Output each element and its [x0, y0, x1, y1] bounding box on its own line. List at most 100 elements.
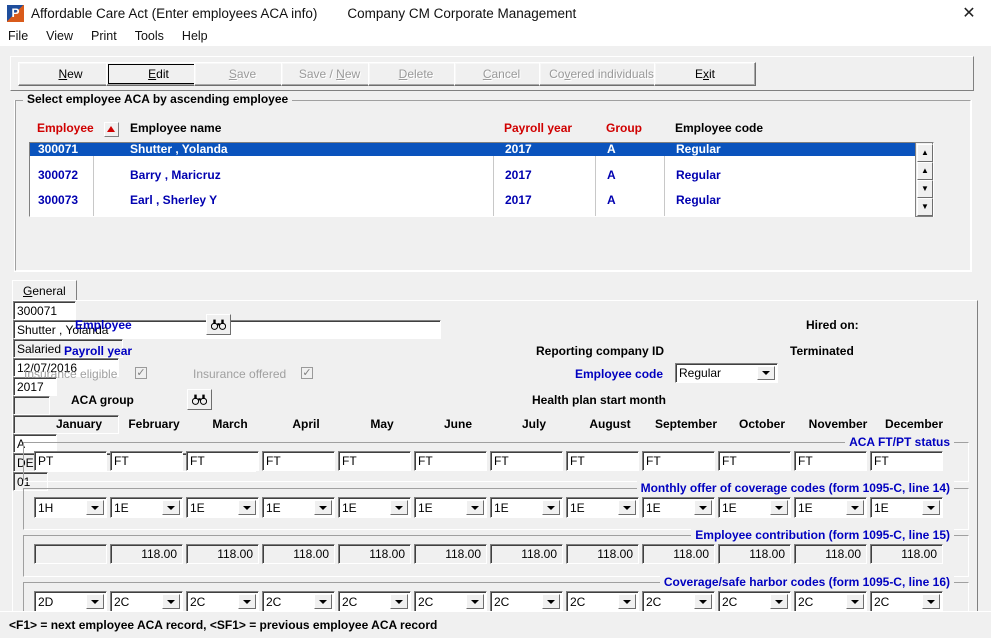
ftpt-cell-october[interactable]: FT	[718, 451, 791, 471]
offer-cell-november[interactable]: 1E	[794, 497, 867, 518]
chevron-down-icon[interactable]	[162, 594, 180, 609]
column-header-payroll-year[interactable]: Payroll year	[504, 121, 572, 135]
contribution-cell-september[interactable]: 118.00	[642, 544, 715, 564]
contribution-cell-march[interactable]: 118.00	[186, 544, 259, 564]
contribution-cell-october[interactable]: 118.00	[718, 544, 791, 564]
scroll-up-icon[interactable]: ▲	[917, 144, 933, 162]
offer-cell-august[interactable]: 1E	[566, 497, 639, 518]
column-header-employee-code[interactable]: Employee code	[675, 121, 763, 135]
offer-cell-september[interactable]: 1E	[642, 497, 715, 518]
contribution-cell-may[interactable]: 118.00	[338, 544, 411, 564]
ftpt-cell-may[interactable]: FT	[338, 451, 411, 471]
employee-code-select[interactable]: Regular	[675, 363, 778, 383]
chevron-down-icon[interactable]	[390, 594, 408, 609]
offer-cell-may[interactable]: 1E	[338, 497, 411, 518]
binoculars-icon[interactable]	[187, 389, 212, 410]
chevron-down-icon[interactable]	[466, 594, 484, 609]
offer-cell-january[interactable]: 1H	[34, 497, 107, 518]
chevron-down-icon[interactable]	[618, 594, 636, 609]
offer-cell-july[interactable]: 1E	[490, 497, 563, 518]
scroll-down-icon[interactable]: ▼	[917, 198, 933, 216]
binoculars-icon[interactable]	[206, 314, 231, 335]
table-row[interactable]: 300072 Barry , Maricruz 2017 A Regular	[30, 168, 933, 182]
scroll-page-down-icon[interactable]: ▼	[917, 180, 933, 198]
chevron-down-icon[interactable]	[922, 500, 940, 515]
menu-item-view[interactable]: View	[37, 29, 82, 43]
contribution-cell-august[interactable]: 118.00	[566, 544, 639, 564]
safeharbor-cell-october[interactable]: 2C	[718, 591, 791, 612]
tab-general[interactable]: General	[12, 280, 77, 301]
chevron-down-icon[interactable]	[314, 500, 332, 515]
chevron-down-icon[interactable]	[846, 594, 864, 609]
chevron-down-icon[interactable]	[770, 594, 788, 609]
chevron-down-icon[interactable]	[162, 500, 180, 515]
chevron-down-icon[interactable]	[86, 500, 104, 515]
offer-cell-june[interactable]: 1E	[414, 497, 487, 518]
chevron-down-icon[interactable]	[390, 500, 408, 515]
contribution-cell-june[interactable]: 118.00	[414, 544, 487, 564]
chevron-down-icon[interactable]	[314, 594, 332, 609]
chevron-down-icon[interactable]	[542, 500, 560, 515]
ftpt-cell-january[interactable]: PT	[34, 451, 107, 471]
ftpt-cell-february[interactable]: FT	[110, 451, 183, 471]
contribution-cell-february[interactable]: 118.00	[110, 544, 183, 564]
safeharbor-cell-january[interactable]: 2D	[34, 591, 107, 612]
table-row[interactable]: 300073 Earl , Sherley Y 2017 A Regular	[30, 193, 933, 207]
column-header-group[interactable]: Group	[606, 121, 642, 135]
chevron-down-icon[interactable]	[757, 366, 775, 380]
sort-ascending-icon[interactable]	[104, 122, 119, 137]
chevron-down-icon[interactable]	[238, 594, 256, 609]
offer-cell-march[interactable]: 1E	[186, 497, 259, 518]
chevron-down-icon[interactable]	[86, 594, 104, 609]
chevron-down-icon[interactable]	[238, 500, 256, 515]
table-row[interactable]: 300071 Shutter , Yolanda 2017 A Regular	[30, 143, 933, 156]
column-header-employee-name[interactable]: Employee name	[130, 121, 221, 135]
column-header-employee[interactable]: Employee	[37, 121, 94, 135]
offer-cell-april[interactable]: 1E	[262, 497, 335, 518]
ftpt-cell-march[interactable]: FT	[186, 451, 259, 471]
safeharbor-cell-march[interactable]: 2C	[186, 591, 259, 612]
close-icon[interactable]: ✕	[947, 0, 991, 26]
employee-field[interactable]: 300071	[13, 301, 76, 320]
ftpt-cell-june[interactable]: FT	[414, 451, 487, 471]
employee-list[interactable]: 300071 Shutter , Yolanda 2017 A Regular …	[29, 142, 934, 217]
ftpt-cell-april[interactable]: FT	[262, 451, 335, 471]
offer-cell-october[interactable]: 1E	[718, 497, 791, 518]
safeharbor-cell-september[interactable]: 2C	[642, 591, 715, 612]
employee-list-scrollbar[interactable]: ▲ ▲ ▼ ▼	[915, 142, 933, 217]
contribution-cell-july[interactable]: 118.00	[490, 544, 563, 564]
contribution-cell-january[interactable]	[34, 544, 107, 564]
menu-item-help[interactable]: Help	[173, 29, 217, 43]
contribution-cell-april[interactable]: 118.00	[262, 544, 335, 564]
safeharbor-cell-july[interactable]: 2C	[490, 591, 563, 612]
chevron-down-icon[interactable]	[694, 594, 712, 609]
chevron-down-icon[interactable]	[922, 594, 940, 609]
chevron-down-icon[interactable]	[694, 500, 712, 515]
ftpt-cell-december[interactable]: FT	[870, 451, 943, 471]
ftpt-cell-november[interactable]: FT	[794, 451, 867, 471]
menu-item-print[interactable]: Print	[82, 29, 126, 43]
contribution-cell-december[interactable]: 118.00	[870, 544, 943, 564]
scroll-page-up-icon[interactable]: ▲	[917, 162, 933, 180]
safeharbor-cell-may[interactable]: 2C	[338, 591, 411, 612]
menu-item-file[interactable]: File	[0, 29, 37, 43]
ftpt-cell-august[interactable]: FT	[566, 451, 639, 471]
safeharbor-cell-june[interactable]: 2C	[414, 591, 487, 612]
chevron-down-icon[interactable]	[770, 500, 788, 515]
offer-cell-february[interactable]: 1E	[110, 497, 183, 518]
chevron-down-icon[interactable]	[466, 500, 484, 515]
safeharbor-cell-november[interactable]: 2C	[794, 591, 867, 612]
safeharbor-cell-april[interactable]: 2C	[262, 591, 335, 612]
offer-cell-december[interactable]: 1E	[870, 497, 943, 518]
safeharbor-cell-august[interactable]: 2C	[566, 591, 639, 612]
safeharbor-cell-february[interactable]: 2C	[110, 591, 183, 612]
ftpt-cell-july[interactable]: FT	[490, 451, 563, 471]
menu-item-tools[interactable]: Tools	[126, 29, 173, 43]
chevron-down-icon[interactable]	[542, 594, 560, 609]
chevron-down-icon[interactable]	[846, 500, 864, 515]
safeharbor-cell-december[interactable]: 2C	[870, 591, 943, 612]
contribution-cell-november[interactable]: 118.00	[794, 544, 867, 564]
ftpt-cell-september[interactable]: FT	[642, 451, 715, 471]
chevron-down-icon[interactable]	[618, 500, 636, 515]
exit-button[interactable]: Exit	[654, 62, 756, 86]
